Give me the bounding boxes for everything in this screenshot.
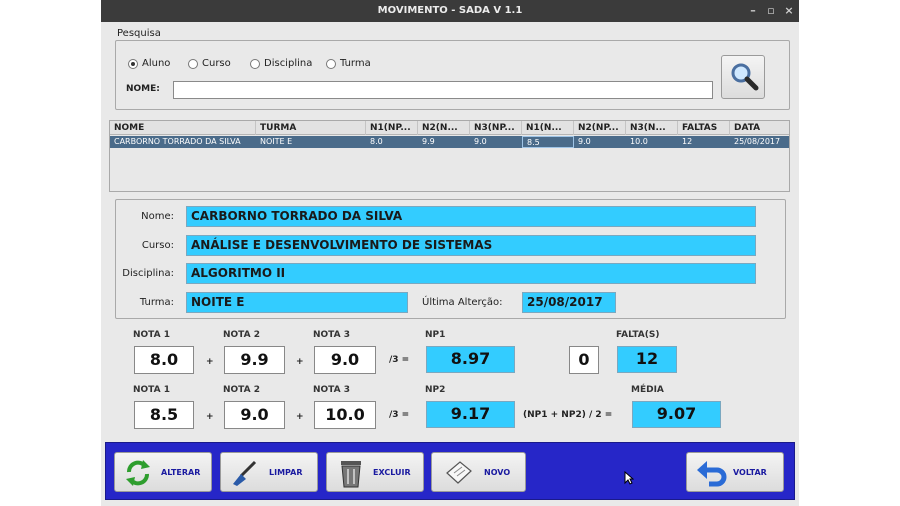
col-header-n2np1[interactable]: N2(N... [418,121,470,135]
radio-disciplina[interactable] [250,59,260,69]
alterar-button[interactable]: ALTERAR [114,452,212,492]
novo-button[interactable]: NOVO [431,452,526,492]
np1-div-label: /3 = [389,355,410,365]
broom-icon [233,460,257,486]
np1-nota3-input[interactable]: 9.0 [314,346,376,374]
curso-field[interactable]: ANÁLISE E DESENVOLVIMENTO DE SISTEMAS [186,235,756,256]
minimize-icon[interactable]: – [747,5,759,17]
media-label: MÉDIA [631,385,664,395]
np1-label: NP1 [425,330,446,340]
radio-turma-label: Turma [340,58,371,69]
np2-nota3-label: NOTA 3 [313,385,350,395]
cell-data: 25/08/2017 [734,137,781,146]
np1-nota1-input[interactable]: 8.0 [134,346,194,374]
results-table: NOME TURMA N1(NP... N2(N... N3(NP... N1(… [109,120,790,192]
col-header-n2np2[interactable]: N2(NP... [574,121,626,135]
cell-n3np1: 9.0 [474,137,487,146]
app-window: MOVIMENTO - SADA V 1.1 – ▫ × Pesquisa Al… [101,0,799,506]
limpar-label: LIMPAR [269,468,303,477]
np1-nota1-label: NOTA 1 [133,330,170,340]
cell-faltas: 12 [682,137,693,146]
plus-sign: + [296,412,304,422]
np1-result: 8.97 [426,346,515,373]
col-header-n3np2[interactable]: N3(N... [626,121,678,135]
plus-sign: + [296,357,304,367]
notepad-icon [446,461,472,484]
col-header-nome[interactable]: NOME [110,121,256,135]
np2-nota2-input[interactable]: 9.0 [224,401,285,429]
refresh-icon [126,460,150,486]
close-icon[interactable]: × [783,5,795,17]
np1-nota2-label: NOTA 2 [223,330,260,340]
voltar-label: VOLTAR [733,468,767,477]
button-bar: ALTERAR LIMPAR EXCLUIR NOVO VOLTAR [105,442,795,500]
search-group-label: Pesquisa [117,28,161,39]
col-header-faltas[interactable]: FALTAS [678,121,730,135]
disciplina-field[interactable]: ALGORITMO II [186,263,756,284]
excluir-button[interactable]: EXCLUIR [326,452,424,492]
radio-aluno[interactable] [128,59,138,69]
table-header: NOME TURMA N1(NP... N2(N... N3(NP... N1(… [110,121,789,135]
radio-disciplina-label: Disciplina [264,58,313,69]
col-header-n1np1[interactable]: N1(NP... [366,121,418,135]
np1-nota3-label: NOTA 3 [313,330,350,340]
radio-curso-label: Curso [202,58,231,69]
np1-nota2-input[interactable]: 9.9 [224,346,285,374]
nome-label: Nome: [141,211,174,222]
radio-turma[interactable] [326,59,336,69]
np2-label: NP2 [425,385,446,395]
name-label: NOME: [126,84,160,94]
col-header-turma[interactable]: TURMA [256,121,366,135]
faltas-label: FALTA(S) [616,330,660,340]
trash-icon [341,461,361,488]
np2-result: 9.17 [426,401,515,428]
search-button[interactable] [721,55,765,99]
np2-nota2-label: NOTA 2 [223,385,260,395]
limpar-button[interactable]: LIMPAR [220,452,318,492]
window-title: MOVIMENTO - SADA V 1.1 [377,5,523,16]
name-search-input[interactable] [173,81,713,99]
plus-sign: + [206,357,214,367]
novo-label: NOVO [484,468,511,477]
np2-nota1-label: NOTA 1 [133,385,170,395]
cell-n3np2: 10.0 [630,137,648,146]
cell-nome: CARBORNO TORRADO DA SILVA [114,137,241,146]
cell-n2np2: 9.0 [578,137,591,146]
turma-field[interactable]: NOITE E [186,292,408,313]
nome-field[interactable]: CARBORNO TORRADO DA SILVA [186,206,756,227]
magnifier-icon [731,63,759,91]
disciplina-label: Disciplina: [122,268,174,279]
voltar-button[interactable]: VOLTAR [686,452,784,492]
col-header-n3np1[interactable]: N3(NP... [470,121,522,135]
col-header-data[interactable]: DATA [730,121,789,135]
faltas-result: 12 [617,346,677,373]
mouse-cursor-icon [624,471,634,485]
media-result: 9.07 [632,401,721,428]
radio-curso[interactable] [188,59,198,69]
maximize-icon[interactable]: ▫ [765,5,777,17]
media-formula: (NP1 + NP2) / 2 = [523,410,613,420]
cell-n2np1: 9.9 [422,137,435,146]
np2-div-label: /3 = [389,410,410,420]
alterar-label: ALTERAR [161,468,201,477]
cell-turma: NOITE E [260,137,293,146]
plus-sign: + [206,412,214,422]
col-header-n1np2[interactable]: N1(N... [522,121,574,135]
search-group: Aluno Curso Disciplina Turma NOME: [115,40,790,110]
back-arrow-icon [697,461,727,487]
title-bar: MOVIMENTO - SADA V 1.1 – ▫ × [101,0,799,22]
turma-label: Turma: [139,297,174,308]
ultima-alteracao-field[interactable]: 25/08/2017 [522,292,616,313]
np2-nota3-input[interactable]: 10.0 [314,401,376,429]
details-group: Nome: CARBORNO TORRADO DA SILVA Curso: A… [115,199,786,319]
table-row[interactable]: CARBORNO TORRADO DA SILVA NOITE E 8.0 9.… [110,136,789,148]
faltas-input[interactable]: 0 [569,346,599,374]
curso-label: Curso: [141,240,174,251]
np2-nota1-input[interactable]: 8.5 [134,401,194,429]
ultima-alteracao-label: Última Alterção: [422,297,503,308]
cell-n1np1: 8.0 [370,137,383,146]
cell-n1np2: 8.5 [522,136,574,148]
radio-aluno-label: Aluno [142,58,171,69]
excluir-label: EXCLUIR [373,468,411,477]
